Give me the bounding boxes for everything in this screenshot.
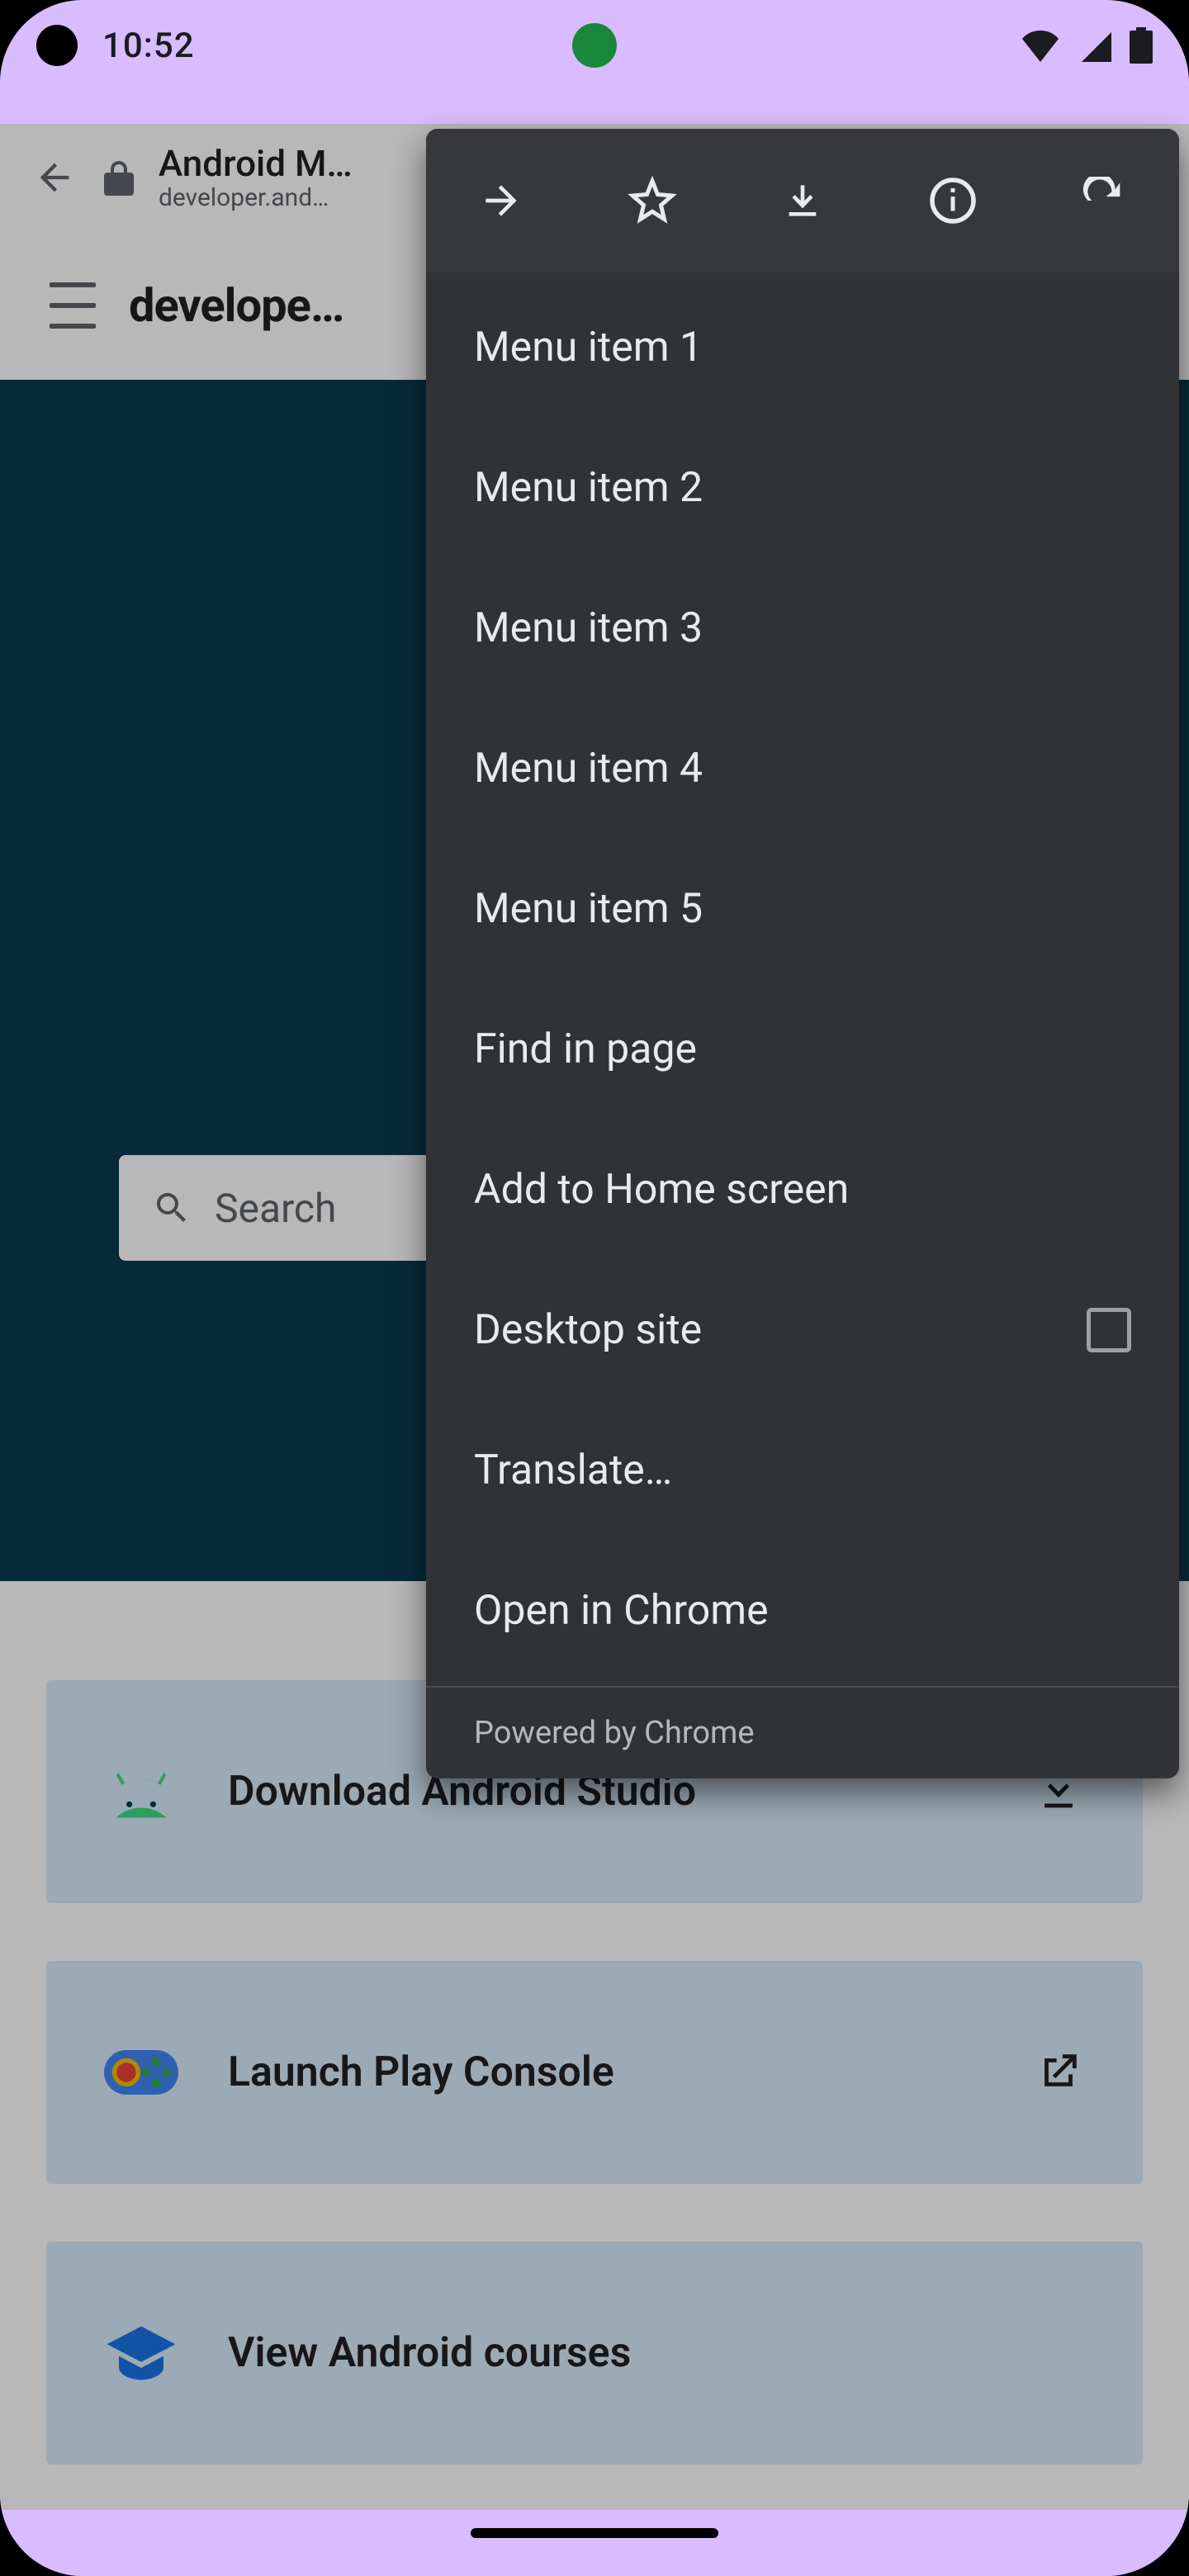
overflow-menu: Menu item 1 Menu item 2 Menu item 3 Menu… — [426, 129, 1179, 1778]
camera-cutout-icon — [572, 23, 617, 68]
menu-item-3[interactable]: Menu item 3 — [426, 558, 1179, 698]
battery-icon — [1130, 27, 1153, 64]
gesture-nav-bar — [0, 2510, 1189, 2576]
refresh-button[interactable] — [1054, 151, 1153, 250]
menu-icon-row — [426, 129, 1179, 272]
forward-button[interactable] — [452, 151, 551, 250]
device-frame: 10:52 Android M… developer.and… — [0, 0, 1189, 2576]
cellular-icon — [1078, 29, 1111, 62]
status-icons — [1021, 27, 1153, 64]
wifi-icon — [1021, 29, 1060, 62]
menu-translate[interactable]: Translate… — [426, 1400, 1179, 1541]
info-button[interactable] — [903, 151, 1002, 250]
menu-add-to-home[interactable]: Add to Home screen — [426, 1120, 1179, 1260]
menu-item-1[interactable]: Menu item 1 — [426, 277, 1179, 418]
gesture-pill[interactable] — [471, 2528, 718, 2538]
menu-item-4[interactable]: Menu item 4 — [426, 698, 1179, 839]
menu-item-2[interactable]: Menu item 2 — [426, 418, 1179, 558]
menu-desktop-site[interactable]: Desktop site — [426, 1260, 1179, 1400]
status-bar: 10:52 — [0, 0, 1189, 91]
status-clock: 10:52 — [102, 26, 195, 66]
bookmark-button[interactable] — [603, 151, 702, 250]
menu-footer: Powered by Chrome — [426, 1686, 1179, 1778]
download-button[interactable] — [753, 151, 852, 250]
menu-list: Menu item 1 Menu item 2 Menu item 3 Menu… — [426, 272, 1179, 1686]
menu-open-in-chrome[interactable]: Open in Chrome — [426, 1541, 1179, 1681]
desktop-site-checkbox[interactable] — [1087, 1308, 1131, 1352]
menu-item-5[interactable]: Menu item 5 — [426, 839, 1179, 979]
notification-dot-icon — [36, 25, 78, 66]
menu-find-in-page[interactable]: Find in page — [426, 979, 1179, 1120]
